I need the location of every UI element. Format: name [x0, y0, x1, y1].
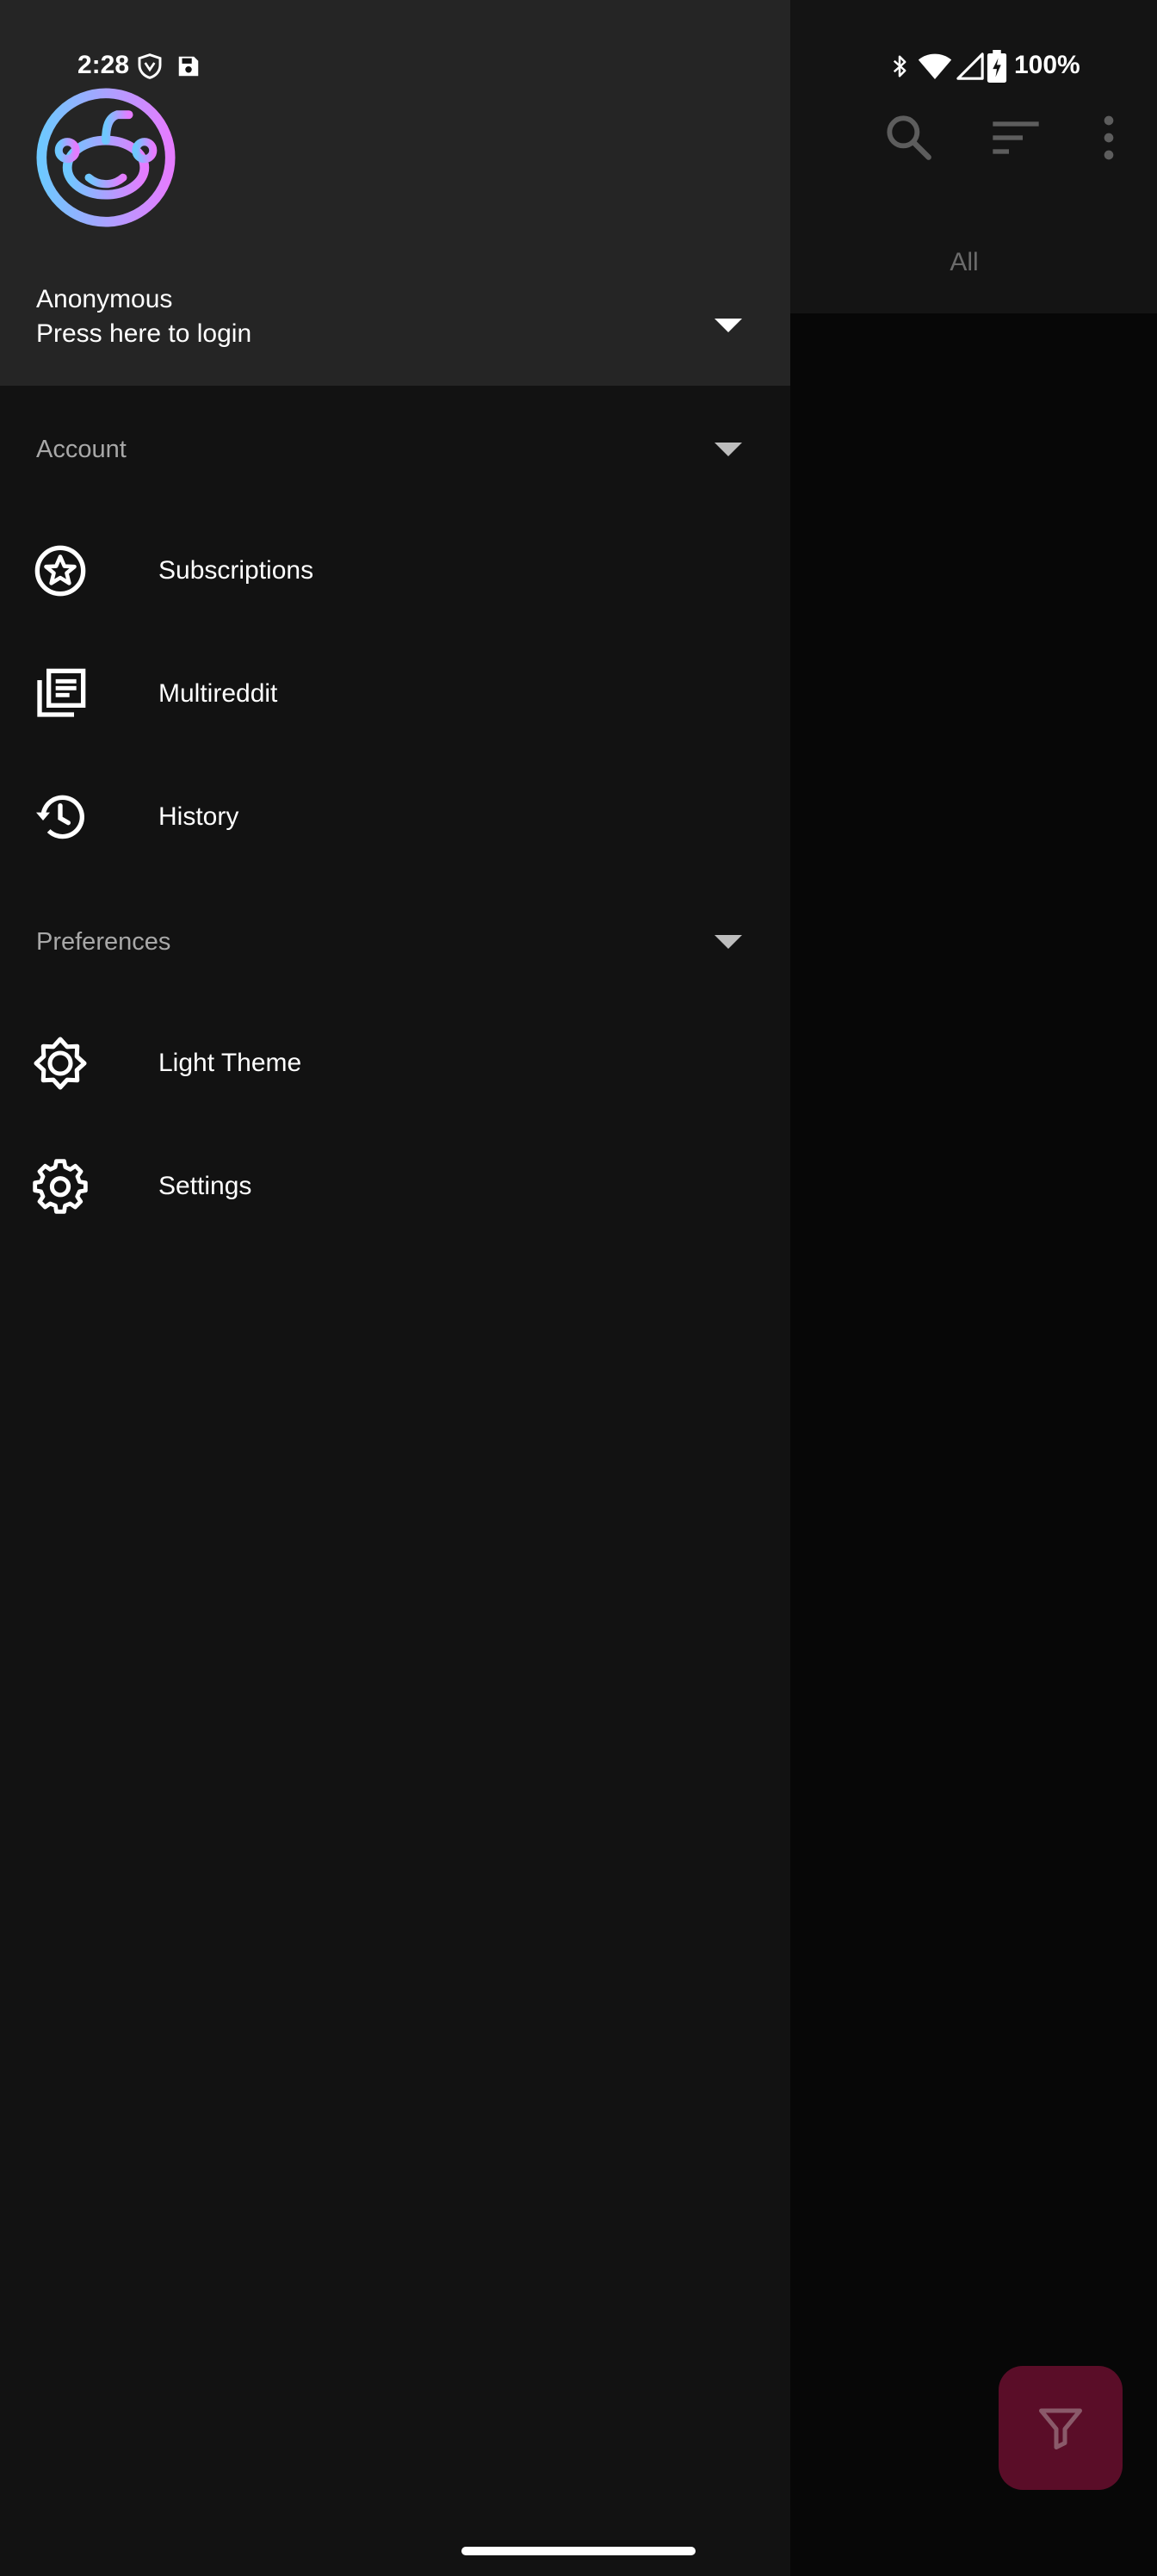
- home-indicator[interactable]: [461, 2547, 696, 2555]
- brightness-icon: [34, 1037, 87, 1090]
- dropdown-arrow-icon: [715, 935, 742, 949]
- menu-item-light-theme[interactable]: Light Theme: [0, 1007, 790, 1119]
- wifi-icon: [918, 53, 952, 79]
- more-vert-icon[interactable]: [1081, 110, 1136, 165]
- history-icon: [36, 795, 84, 839]
- menu-label-history: History: [158, 802, 239, 831]
- signal-icon: [956, 53, 984, 80]
- section-header-account[interactable]: Account: [0, 406, 790, 492]
- dropdown-arrow-icon: [715, 443, 742, 456]
- bluetooth-icon: [893, 55, 906, 77]
- battery-percentage: 100%: [1014, 51, 1080, 79]
- status-time: 2:28: [77, 51, 130, 79]
- shield-icon: [138, 53, 162, 79]
- star-circle-icon: [34, 545, 86, 597]
- section-label-account: Account: [36, 436, 127, 463]
- menu-item-history[interactable]: History: [0, 761, 790, 873]
- menu-label-multireddit: Multireddit: [158, 679, 278, 708]
- save-icon: [178, 56, 199, 77]
- navigation-drawer: Anonymous Press here to login Account Su…: [0, 0, 790, 2576]
- infinity-logo-icon: [36, 88, 176, 227]
- account-name: Anonymous: [36, 285, 173, 313]
- tab-all[interactable]: All: [913, 241, 1016, 284]
- dropdown-arrow-icon[interactable]: [711, 312, 746, 339]
- screen: All 2:28 100% Anonymous Press here to lo…: [0, 0, 1157, 2576]
- battery-charging-icon: [987, 50, 1007, 83]
- menu-item-settings[interactable]: Settings: [0, 1130, 790, 1242]
- menu-item-multireddit[interactable]: Multireddit: [0, 638, 790, 750]
- menu-label-settings: Settings: [158, 1172, 252, 1200]
- filter-fab-button[interactable]: [999, 2366, 1123, 2490]
- search-icon[interactable]: [882, 110, 937, 165]
- sort-icon[interactable]: [988, 110, 1043, 165]
- filter-icon: [1039, 2408, 1082, 2449]
- menu-label-light-theme: Light Theme: [158, 1049, 302, 1077]
- settings-gear-icon: [33, 1159, 88, 1214]
- login-prompt: Press here to login: [36, 319, 252, 348]
- section-header-preferences[interactable]: Preferences: [0, 899, 790, 985]
- library-books-icon: [37, 668, 86, 717]
- status-bar: 2:28 100%: [0, 0, 1157, 86]
- section-label-preferences: Preferences: [36, 928, 171, 956]
- menu-item-subscriptions[interactable]: Subscriptions: [0, 515, 790, 627]
- menu-label-subscriptions: Subscriptions: [158, 556, 314, 585]
